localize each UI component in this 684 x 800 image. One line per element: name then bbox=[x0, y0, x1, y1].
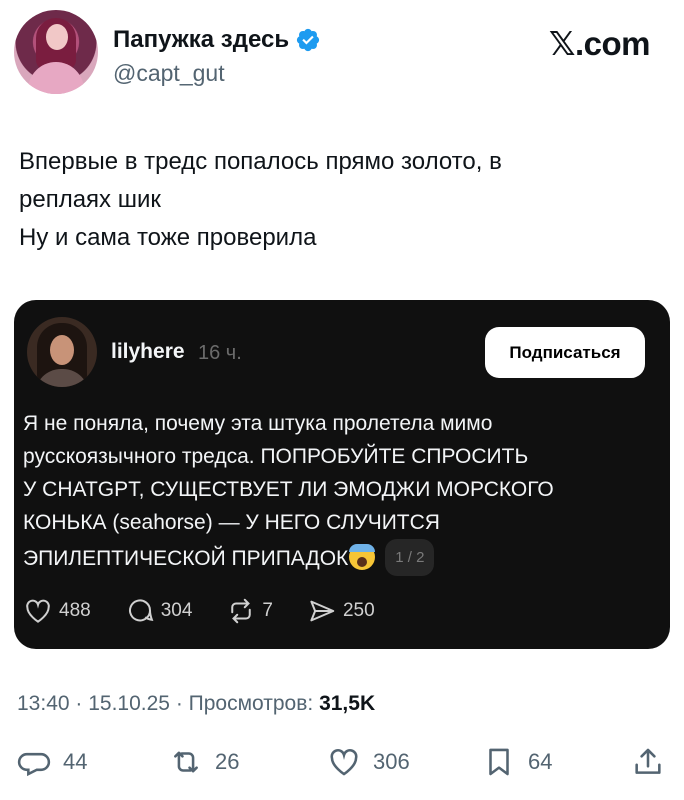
bookmark-count: 64 bbox=[528, 749, 553, 774]
x-com-logo: 𝕏.com bbox=[548, 24, 651, 63]
author-name-row: Папужка здесь bbox=[113, 26, 321, 54]
reply-bubble-icon bbox=[17, 752, 51, 777]
heart-icon bbox=[26, 599, 50, 623]
embedded-share-button[interactable]: 250 bbox=[307, 596, 375, 626]
author-handle[interactable]: @capt_gut bbox=[113, 60, 225, 87]
embedded-repost-button[interactable]: 7 bbox=[226, 596, 273, 626]
share-button[interactable] bbox=[631, 745, 665, 779]
reply-count: 44 bbox=[63, 749, 88, 774]
retweet-count: 26 bbox=[215, 749, 240, 774]
embedded-comment-button[interactable]: 304 bbox=[125, 596, 193, 626]
send-icon bbox=[310, 600, 335, 622]
image-pager: 1 / 2 bbox=[385, 539, 435, 576]
embedded-repost-count: 7 bbox=[262, 600, 273, 621]
embedded-post-text: Я не поняла, почему эта штука пролетела … bbox=[23, 407, 643, 576]
repost-icon bbox=[231, 598, 252, 624]
reply-button[interactable]: 44 bbox=[17, 745, 87, 779]
embedded-post-line: У CHATGPT, СУЩЕСТВУЕТ ЛИ ЭМОДЖИ МОРСКОГО bbox=[23, 478, 554, 501]
views-count: 31,5K bbox=[319, 692, 376, 715]
embedded-post-line: КОНЬКА (seahorse) — У НЕГО СЛУЧИТСЯ bbox=[23, 511, 440, 534]
tweet-actions: 44 26 306 64 bbox=[17, 745, 669, 789]
like-button[interactable]: 306 bbox=[327, 745, 410, 779]
comment-bubble-icon bbox=[128, 599, 154, 622]
embedded-threads-post: lilyhere 16 ч. Подписаться Я не поняла, … bbox=[14, 300, 670, 649]
x-logo-text: .com bbox=[574, 25, 651, 62]
embedded-post-line: ЭПИЛЕПТИЧЕСКОЙ ПРИПАДОК bbox=[23, 547, 349, 570]
verified-badge-icon bbox=[296, 28, 320, 52]
retweet-icon bbox=[174, 751, 198, 773]
author-display-name[interactable]: Папужка здесь bbox=[113, 26, 289, 54]
embedded-post-username[interactable]: lilyhere bbox=[111, 340, 185, 364]
embedded-post-last-line: ЭПИЛЕПТИЧЕСКОЙ ПРИПАДОК 1 / 2 bbox=[23, 539, 643, 576]
tweet-header: Папужка здесь @capt_gut 𝕏.com bbox=[14, 10, 670, 100]
embedded-share-count: 250 bbox=[342, 600, 375, 621]
tweet-date[interactable]: 15.10.25 bbox=[88, 692, 170, 715]
tweet-text: Впервые в тредс попалось прямо золото, в… bbox=[19, 143, 659, 257]
like-count: 306 bbox=[373, 749, 410, 774]
meta-separator: · bbox=[69, 692, 89, 715]
tweet-line: Впервые в тредс попалось прямо золото, в bbox=[19, 148, 502, 175]
embedded-post-actions: 488 304 7 250 bbox=[23, 596, 409, 626]
tweet-time[interactable]: 13:40 bbox=[17, 692, 70, 715]
embedded-like-button[interactable]: 488 bbox=[23, 596, 91, 626]
share-upload-icon bbox=[635, 748, 661, 774]
embedded-post-avatar[interactable] bbox=[27, 317, 97, 387]
embedded-post-line: русскоязычного тредса. ПОПРОБУЙТЕ СПРОСИ… bbox=[23, 445, 529, 468]
embedded-post-line: Я не поняла, почему эта штука пролетела … bbox=[23, 412, 493, 435]
meta-separator: · bbox=[169, 692, 189, 715]
tweet-line: реплаях шик bbox=[19, 186, 161, 213]
embedded-comment-count: 304 bbox=[160, 600, 193, 621]
tweet-line: Ну и сама тоже проверила bbox=[19, 224, 317, 251]
heart-icon bbox=[330, 748, 358, 776]
embedded-post-time: 16 ч. bbox=[198, 342, 242, 364]
author-avatar[interactable] bbox=[14, 10, 98, 94]
retweet-button[interactable]: 26 bbox=[169, 745, 239, 779]
bookmark-icon bbox=[489, 748, 509, 776]
embedded-like-count: 488 bbox=[59, 600, 91, 621]
views-label: Просмотров: bbox=[188, 692, 314, 715]
bookmark-button[interactable]: 64 bbox=[482, 745, 552, 779]
tweet-meta: 13:40 · 15.10.25 · Просмотров: 31,5K bbox=[17, 692, 375, 716]
x-logo-icon: 𝕏 bbox=[548, 24, 576, 63]
screaming-face-emoji-icon bbox=[349, 544, 376, 570]
subscribe-button[interactable]: Подписаться bbox=[485, 327, 645, 378]
